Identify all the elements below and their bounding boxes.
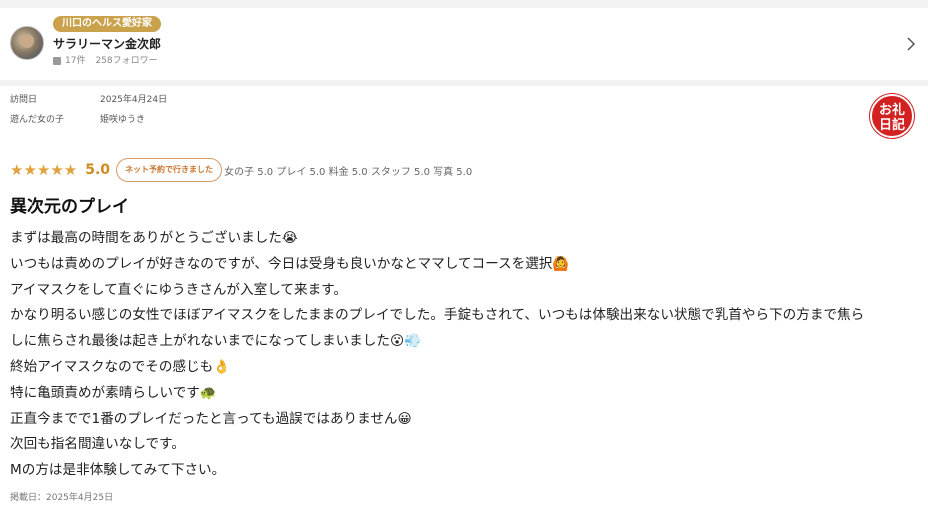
follower-count: 258フォロワー <box>95 56 158 66</box>
chevron-right-icon[interactable] <box>904 34 918 54</box>
post-count: 17件 <box>65 56 86 66</box>
review-card: 訪問日 2025年4月24日 遊んだ女の子 姫咲ゆうき お礼 日記 ★★★★★ 5.… <box>0 86 928 510</box>
review-line: しに焦らされ最後は起き上がれないまでになってしまいました😮💨 <box>10 333 422 350</box>
net-booking-badge: ネット予約で行きました <box>116 158 223 182</box>
reviewer-name[interactable]: サラリーマン金次郎 <box>53 36 161 52</box>
star-rating: ★★★★★ <box>10 160 78 179</box>
visit-date-value: 2025年4月24日 <box>100 95 168 105</box>
stamp-line1: お礼 <box>878 103 905 118</box>
reviewer-avatar[interactable] <box>10 26 44 60</box>
reviewer-title-badge: 川口のヘルス愛好家 <box>53 16 161 32</box>
review-line: いつもは責めのプレイが好きなのですが、今日は受身も良いかなとママしてコースを選択… <box>10 255 570 272</box>
visit-date-label: 訪問日 <box>10 95 38 105</box>
girl-name[interactable]: 姫咲ゆうき <box>100 115 145 125</box>
stamp-line2: 日記 <box>878 118 905 133</box>
review-line: 終始アイマスクなのでその感じも👌 <box>10 358 231 375</box>
review-title: 異次元のプレイ <box>10 197 129 217</box>
overall-score: 5.0 <box>85 162 111 178</box>
review-line: 次回も指名間違いなしです。 <box>10 436 185 453</box>
reviewer-profile-card[interactable]: 川口のヘルス愛好家 サラリーマン金次郎 17件 258フォロワー <box>0 8 928 80</box>
visit-date-row: 訪問日 2025年4月24日 <box>10 94 167 106</box>
rating-row: ★★★★★ 5.0 ネット予約で行きました 女の子 5.0 プレイ 5.0 料金… <box>10 158 472 182</box>
review-line: 正直今までで1番のプレイだったと言っても過誤ではありません😀 <box>10 410 412 427</box>
score-breakdown: 女の子 5.0 プレイ 5.0 料金 5.0 スタッフ 5.0 写真 5.0 <box>224 166 473 178</box>
review-line: まずは最高の時間をありがとうございました😭 <box>10 230 298 246</box>
thank-you-diary-stamp[interactable]: お礼 日記 <box>870 94 914 138</box>
review-line: 特に亀頭責めが素晴らしいです🐢 <box>10 384 217 401</box>
girl-label: 遊んだ女の子 <box>10 115 65 125</box>
reviewer-stats: 17件 258フォロワー <box>53 55 158 67</box>
posted-date: 掲載日：2025年4月25日 <box>10 493 114 503</box>
girl-row: 遊んだ女の子 姫咲ゆうき <box>10 114 145 126</box>
review-line: Mの方は是非体験してみて下さい。 <box>10 462 226 479</box>
review-line: かなり明るい感じの女性でほぼアイマスクをしたままのプレイでした。手錠もされて、い… <box>10 307 865 324</box>
review-line: アイマスクをして直ぐにゆうきさんが入室して来ます。 <box>10 281 347 298</box>
review-body: まずは最高の時間をありがとうございました😭 いつもは責めのプレイが好きなのですが… <box>10 226 920 484</box>
post-count-icon <box>53 57 61 65</box>
